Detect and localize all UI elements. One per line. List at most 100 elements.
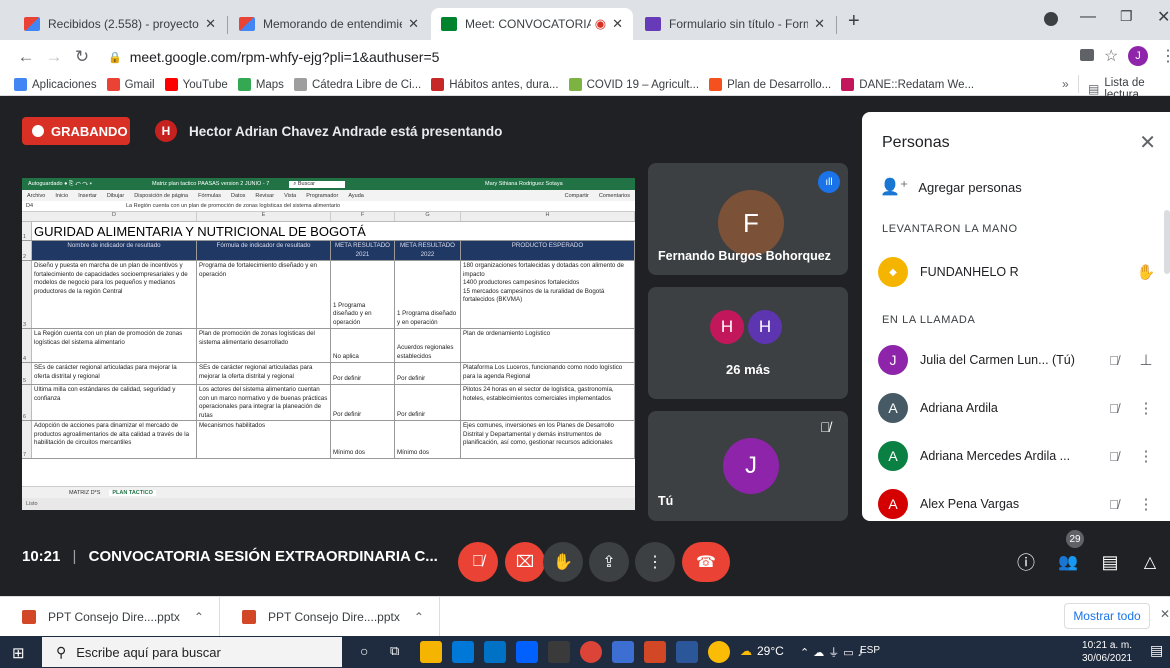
download-item[interactable]: PPT Consejo Dire....pptx ⌃ <box>220 596 440 637</box>
table-cell[interactable]: Plan de promoción de zonas logísticas de… <box>197 329 331 362</box>
participant-tile-self[interactable]: J 🎙̸ Tú <box>648 411 848 521</box>
table-cell[interactable]: Mínimo dos <box>395 421 461 458</box>
more-options-icon[interactable]: ⋮ <box>1134 447 1158 465</box>
notifications-icon[interactable]: ▤ <box>1150 642 1163 659</box>
dropbox-icon[interactable] <box>516 641 538 663</box>
cortana-icon[interactable]: ○ <box>360 643 368 659</box>
table-cell[interactable]: Diseño y puesta en marcha de un plan de … <box>32 261 197 328</box>
table-cell[interactable]: Los actores del sistema alimentario cuen… <box>197 385 331 420</box>
ribbon-tab[interactable]: Programador <box>306 193 338 199</box>
word-icon[interactable] <box>676 641 698 663</box>
present-button[interactable]: ⇪ <box>589 542 629 582</box>
bookmark-item[interactable]: Hábitos antes, dura... <box>431 78 559 91</box>
chat-icon[interactable]: ▤ <box>1096 542 1124 582</box>
menu-icon[interactable]: ⋮ <box>1160 46 1170 66</box>
participant-row[interactable]: A Alex Pena Vargas 🎙̸ ⋮ <box>878 488 1158 520</box>
store-icon[interactable] <box>452 641 474 663</box>
table-cell[interactable]: Programa de fortalecimiento diseñado y e… <box>197 261 331 328</box>
table-cell[interactable]: No aplica <box>331 329 395 362</box>
more-bookmarks-icon[interactable]: » <box>1062 77 1069 91</box>
minimize-icon[interactable]: — <box>1080 8 1096 26</box>
table-cell[interactable]: Mínimo dos <box>331 421 395 458</box>
chevron-up-icon[interactable]: ⌃ <box>194 610 204 624</box>
header-cell[interactable]: Nombre de indicador de resultado <box>32 241 197 260</box>
tab-formulario[interactable]: Formulario sin título - Formulari ✕ <box>635 8 835 40</box>
more-options-button[interactable]: ⋮ <box>635 542 675 582</box>
column-header[interactable]: G <box>395 212 461 221</box>
ribbon-tab[interactable]: Vista <box>284 193 296 199</box>
add-people-button[interactable]: 👤⁺ Agregar personas <box>880 177 1022 197</box>
participant-tile-group[interactable]: H H 26 más <box>648 287 848 399</box>
table-cell[interactable]: Por definir <box>331 363 395 384</box>
rpa-icon[interactable] <box>612 641 634 663</box>
ribbon-tab[interactable]: Revisar <box>255 193 274 199</box>
table-cell[interactable]: Acuerdos regionales establecidos <box>395 329 461 362</box>
close-icon[interactable]: ✕ <box>199 16 216 32</box>
raised-hand-icon[interactable]: ✋ <box>1134 263 1158 281</box>
address-bar[interactable]: 🔒 meet.google.com/rpm-whfy-ejg?pli=1&aut… <box>108 44 1108 70</box>
row-number[interactable]: 3 <box>22 261 32 328</box>
table-cell[interactable]: Ultima milla con estándares de calidad, … <box>32 385 197 420</box>
forward-icon[interactable]: → <box>40 47 68 67</box>
mail-icon[interactable] <box>484 641 506 663</box>
sheet-tab[interactable]: MATRIZ D*S <box>66 490 103 496</box>
bookmark-item[interactable]: Maps <box>237 78 284 91</box>
chevron-up-icon[interactable]: ⌃ <box>414 610 424 624</box>
row-number[interactable]: 6 <box>22 385 32 420</box>
ribbon-tab[interactable]: Inicio <box>55 193 68 199</box>
camera-off-button[interactable]: ⌧ <box>505 542 545 582</box>
header-cell[interactable]: PRODUCTO ESPERADO <box>461 241 635 260</box>
bookmark-item[interactable]: Plan de Desarrollo... <box>709 78 831 91</box>
comments-button[interactable]: Comentarios <box>599 193 630 199</box>
table-cell[interactable]: SEs de carácter regional articuladas par… <box>197 363 331 384</box>
profile-avatar[interactable]: J <box>1128 46 1148 66</box>
bookmark-item[interactable]: YouTube <box>164 78 228 91</box>
close-window-icon[interactable]: ✕ <box>1157 7 1170 27</box>
bookmark-item[interactable]: Aplicaciones <box>14 78 97 91</box>
download-item[interactable]: PPT Consejo Dire....pptx ⌃ <box>0 596 220 637</box>
language-indicator[interactable]: ESP <box>860 645 880 656</box>
table-cell[interactable]: SEs de carácter regional articuladas par… <box>32 363 197 384</box>
bookmark-item[interactable]: COVID 19 – Agricult... <box>568 78 699 91</box>
ribbon-tab[interactable]: Ayuda <box>348 193 364 199</box>
taskbar-search[interactable]: ⚲ Escribe aquí para buscar <box>42 637 342 667</box>
winamp-icon[interactable] <box>548 641 570 663</box>
column-header[interactable]: D <box>32 212 197 221</box>
participant-row[interactable]: A Adriana Mercedes Ardila ... 🎙̸ ⋮ <box>878 440 1158 472</box>
back-icon[interactable]: ← <box>12 47 40 67</box>
column-header[interactable]: F <box>331 212 395 221</box>
header-cell[interactable]: META RESULTADO 2022 <box>395 241 461 260</box>
ribbon-tab[interactable]: Disposición de página <box>134 193 188 199</box>
task-view-icon[interactable]: ⧉ <box>390 643 399 659</box>
panel-scrollbar[interactable] <box>1164 210 1170 274</box>
new-tab-button[interactable]: + <box>848 10 860 33</box>
table-cell[interactable]: La Región cuenta con un plan de promoció… <box>32 329 197 362</box>
system-tray-icons[interactable]: ⌃☁⏚▭♪ <box>800 644 867 660</box>
restore-icon[interactable]: ❐ <box>1120 8 1133 25</box>
mic-off-button[interactable]: 🎙̸ <box>458 542 498 582</box>
weather-widget[interactable]: ☁ 29°C <box>740 644 784 658</box>
table-cell[interactable]: Por definir <box>395 385 461 420</box>
chrome-icon[interactable] <box>580 641 602 663</box>
participant-row[interactable]: A Adriana Ardila 🎙̸ ⋮ <box>878 392 1158 424</box>
share-button[interactable]: Compartir <box>565 193 589 199</box>
row-number[interactable]: 5 <box>22 363 32 384</box>
raised-hand-row[interactable]: ◆ FUNDANHELO R ✋ <box>878 256 1158 288</box>
close-panel-button[interactable]: ✕ <box>1139 130 1156 155</box>
people-icon[interactable]: 👥 <box>1052 542 1084 582</box>
info-icon[interactable]: ⓘ <box>1012 542 1040 582</box>
table-cell[interactable]: Pilotos 24 horas en el sector de logísti… <box>461 385 635 420</box>
table-cell[interactable]: Adopción de acciones para dinamizar el m… <box>32 421 197 458</box>
star-icon[interactable]: ☆ <box>1104 46 1118 66</box>
ribbon-tab[interactable]: Insertar <box>78 193 97 199</box>
bookmark-item[interactable]: DANE::Redatam We... <box>841 78 974 91</box>
camera-icon[interactable] <box>1080 49 1094 61</box>
row-number[interactable]: 7 <box>22 421 32 458</box>
close-icon[interactable]: ✕ <box>808 16 825 32</box>
powerpoint-taskbar-icon[interactable] <box>644 641 666 663</box>
help-icon[interactable] <box>708 641 730 663</box>
table-cell[interactable]: Plan de ordenamiento Logístico <box>461 329 635 362</box>
tab-gmail-inbox[interactable]: Recibidos (2.558) - proyectosjulu ✕ <box>14 8 226 40</box>
participant-tile-fernando[interactable]: F ıll Fernando Burgos Bohorquez <box>648 163 848 275</box>
reload-icon[interactable]: ↻ <box>68 47 96 67</box>
